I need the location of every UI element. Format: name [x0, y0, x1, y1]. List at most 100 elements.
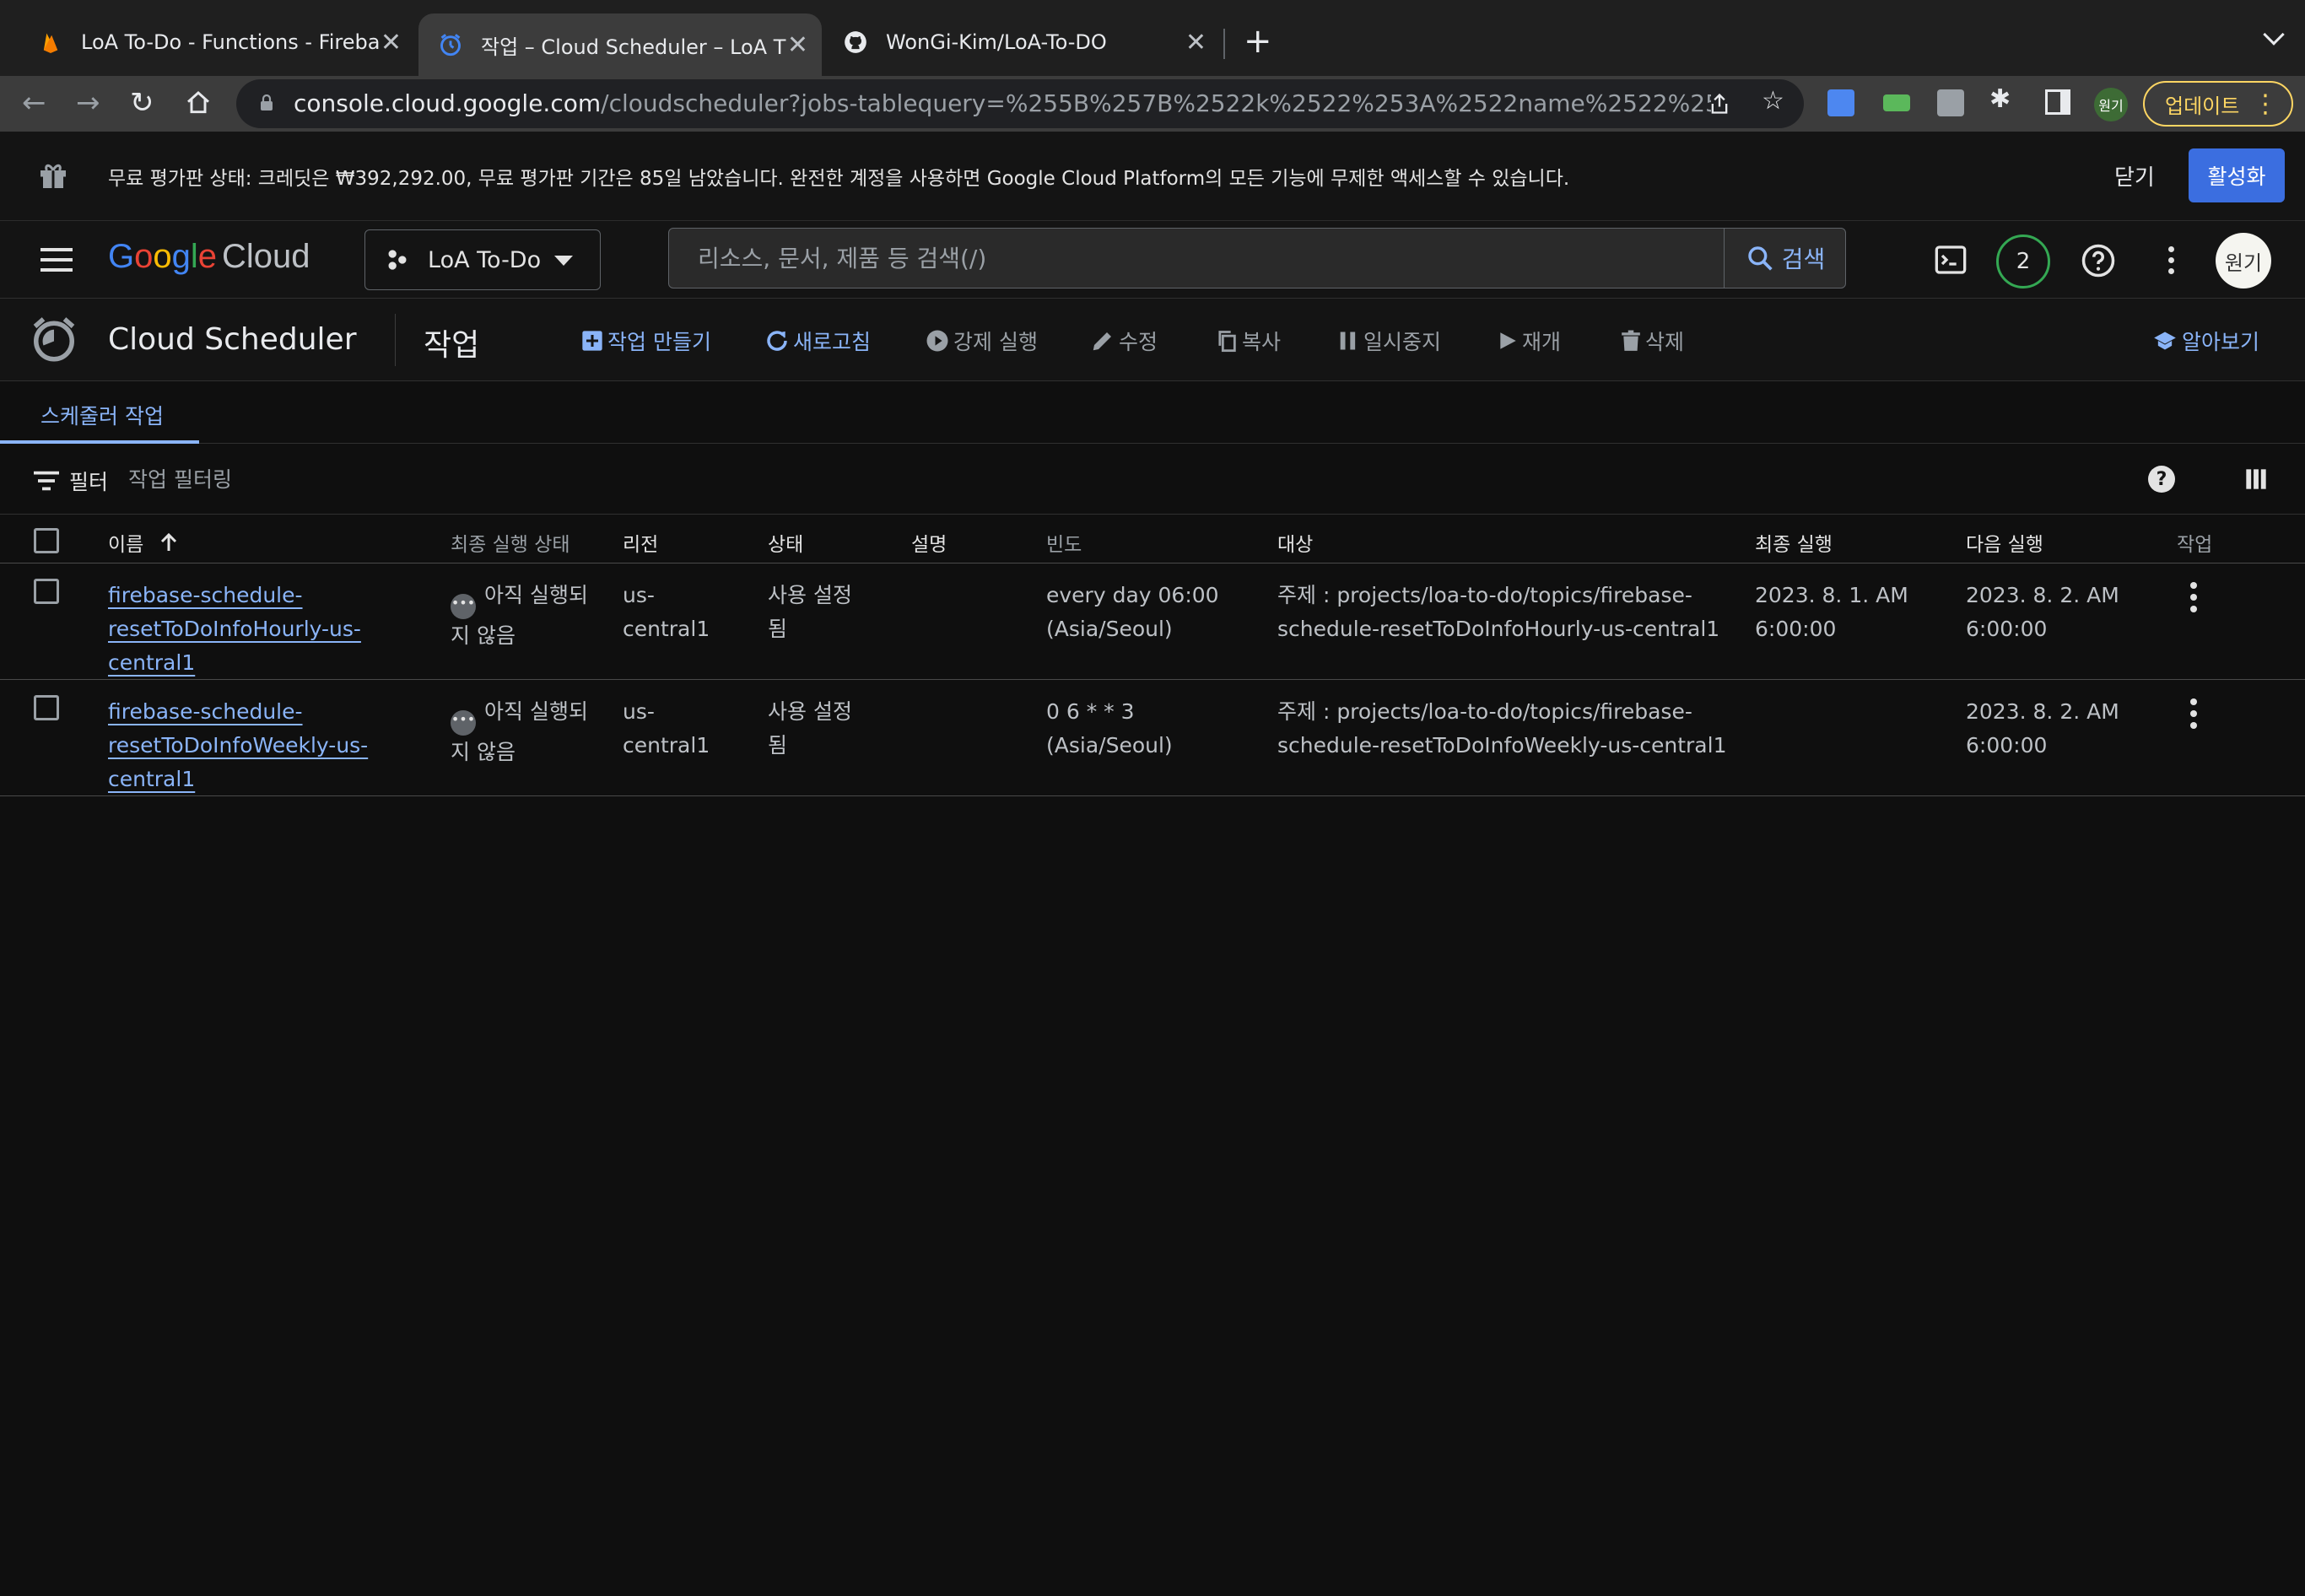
learn-button[interactable]: 알아보기 [2151, 326, 2259, 356]
last-run-cell: 2023. 8. 1. AM 6:00:00 [1755, 579, 1908, 646]
menu-icon[interactable] [40, 248, 73, 272]
browser-tab-firebase[interactable]: LoA To-Do - Functions - Fireba ✕ [19, 15, 415, 69]
download-extension-icon[interactable] [1827, 89, 1854, 116]
row-actions-menu-icon[interactable] [2190, 582, 2200, 617]
cloud-shell-icon[interactable] [1934, 243, 1968, 277]
job-name-link[interactable]: firebase-schedule-resetToDoInfoHourly-us… [108, 579, 361, 680]
help-icon[interactable] [2081, 243, 2116, 278]
region-line: central1 [623, 617, 710, 641]
browser-tab-github[interactable]: WonGi-Kim/LoA-To-DO ✕ [823, 15, 1220, 69]
learn-label: 알아보기 [2182, 330, 2260, 354]
force-run-button[interactable]: 강제 실행 [925, 326, 1038, 356]
new-tab-icon[interactable]: + [1244, 22, 1272, 61]
last-run-status: ••• 아직 실행되 지 않음 [451, 579, 588, 653]
state-cell: 사용 설정됨 [768, 695, 852, 763]
close-tab-icon[interactable]: ✕ [1185, 28, 1206, 57]
copy-button[interactable]: 복사 [1215, 326, 1281, 356]
search-input[interactable] [669, 229, 1722, 288]
more-options-icon[interactable] [2168, 246, 2175, 274]
resume-button[interactable]: 재개 [1497, 326, 1561, 356]
search-button-label: 검색 [1781, 245, 1826, 273]
edit-button[interactable]: 수정 [1090, 326, 1158, 356]
delete-button[interactable]: 삭제 [1620, 326, 1684, 356]
row-actions-menu-icon[interactable] [2190, 698, 2200, 734]
target-line: 주제 : projects/loa-to-do/topics/firebase- [1277, 699, 1692, 724]
filter-help-icon[interactable]: ? [2148, 466, 2175, 493]
filter-input[interactable] [128, 462, 888, 496]
column-header-name[interactable]: 이름 [108, 528, 179, 557]
bookmark-star-icon[interactable]: ☆ [1762, 86, 1784, 116]
column-header-last-run: 최종 실행 [1755, 534, 1833, 556]
home-icon[interactable] [184, 89, 213, 116]
console-header: GoogleCloud LoA To-Do 검색 2 원기 [0, 221, 2305, 299]
activate-button[interactable]: 활성화 [2189, 148, 2285, 202]
forward-arrow-icon[interactable]: → [76, 86, 100, 120]
next-run-line: 2023. 8. 2. AM [1966, 583, 2119, 607]
close-tab-icon[interactable]: ✕ [381, 28, 402, 57]
side-panel-icon[interactable] [2045, 89, 2070, 115]
google-cloud-logo[interactable]: Google Cloud [108, 238, 310, 276]
service-title: Cloud Scheduler [108, 322, 357, 357]
gift-icon [40, 164, 66, 188]
update-button[interactable]: 업데이트 ⋮ [2143, 81, 2293, 127]
lock-icon [261, 94, 273, 111]
firebase-icon [43, 33, 58, 53]
region-line: us- [623, 583, 655, 607]
play-circle-icon [926, 330, 948, 352]
reload-icon[interactable]: ↻ [130, 86, 154, 120]
status-line: 아직 실행되 [484, 699, 588, 724]
tab-scheduler-jobs[interactable]: 스케줄러 작업 [40, 400, 164, 430]
profile-chip[interactable]: 원기 [2094, 88, 2128, 121]
table-row: firebase-schedule-resetToDoInfoWeekly-us… [0, 680, 2305, 796]
pause-button[interactable]: 일시중지 [1336, 326, 1441, 356]
notification-badge[interactable]: 2 [1996, 235, 2050, 288]
project-picker[interactable]: LoA To-Do [364, 229, 601, 290]
state-line: 됨 [768, 733, 788, 758]
search-button[interactable]: 검색 [1724, 229, 1847, 288]
dismiss-banner-button[interactable]: 닫기 [2114, 160, 2155, 191]
status-line: 지 않음 [451, 623, 516, 648]
next-run-cell: 2023. 8. 2. AM 6:00:00 [1966, 695, 2119, 763]
close-tab-icon[interactable]: ✕ [787, 30, 808, 60]
column-header-state: 상태 [768, 534, 804, 556]
target-line: schedule-resetToDoInfoHourly-us-central1 [1277, 617, 1720, 641]
trial-message: 무료 평가판 상태: 크레딧은 ₩392,292.00, 무료 평가판 기간은 … [108, 168, 1570, 190]
tab-title: WonGi-Kim/LoA-To-DO [886, 30, 1107, 54]
region-line: us- [623, 699, 655, 724]
more-vert-icon[interactable]: ⋮ [2253, 89, 2278, 119]
frequency-line: every day 06:00 [1046, 583, 1219, 607]
school-icon [2154, 332, 2176, 350]
frequency-line: 0 6 * * 3 [1046, 699, 1135, 724]
share-icon[interactable] [1708, 91, 1731, 116]
tab-search-chevron-icon[interactable] [2263, 24, 2285, 46]
create-job-button[interactable]: 작업 만들기 [580, 326, 711, 356]
address-bar[interactable]: console.cloud.google.com/cloudscheduler?… [236, 79, 1804, 128]
back-arrow-icon[interactable]: ← [22, 86, 46, 120]
job-name-link[interactable]: firebase-schedule-resetToDoInfoWeekly-us… [108, 695, 368, 796]
tab-title: LoA To-Do - Functions - Fireba [81, 30, 381, 54]
column-header-target: 대상 [1277, 534, 1314, 556]
cloud-scheduler-icon [440, 34, 461, 57]
row-checkbox[interactable] [34, 695, 59, 720]
more-horiz-icon: ••• [451, 594, 476, 619]
more-horiz-icon: ••• [451, 710, 476, 736]
refresh-icon [767, 331, 787, 351]
browser-tab-scheduler[interactable]: 작업 – Cloud Scheduler – LoA T ✕ [418, 13, 822, 76]
logo-cloud-text: Cloud [222, 238, 310, 275]
column-header-description: 설명 [911, 534, 947, 556]
green-extension-icon[interactable] [1883, 94, 1910, 111]
select-all-checkbox[interactable] [34, 528, 59, 553]
extensions-puzzle-icon[interactable]: ✱ [1989, 84, 2011, 114]
force-run-label: 강제 실행 [953, 330, 1038, 354]
sort-ascending-arrow-icon[interactable] [159, 531, 179, 554]
column-display-icon[interactable] [2244, 467, 2268, 491]
refresh-button[interactable]: 새로고침 [764, 326, 871, 356]
account-avatar[interactable]: 원기 [2216, 233, 2271, 288]
jobs-table: 이름 최종 실행 상태 리전 상태 설명 빈도 대상 최종 실행 다음 실행 작… [0, 515, 2305, 796]
row-checkbox[interactable] [34, 579, 59, 604]
state-line: 사용 설정 [768, 699, 852, 724]
update-label: 업데이트 [2165, 94, 2240, 118]
gray-extension-icon[interactable] [1937, 89, 1964, 116]
region-cell: us-central1 [623, 695, 710, 763]
search-box: 검색 [668, 228, 1846, 288]
